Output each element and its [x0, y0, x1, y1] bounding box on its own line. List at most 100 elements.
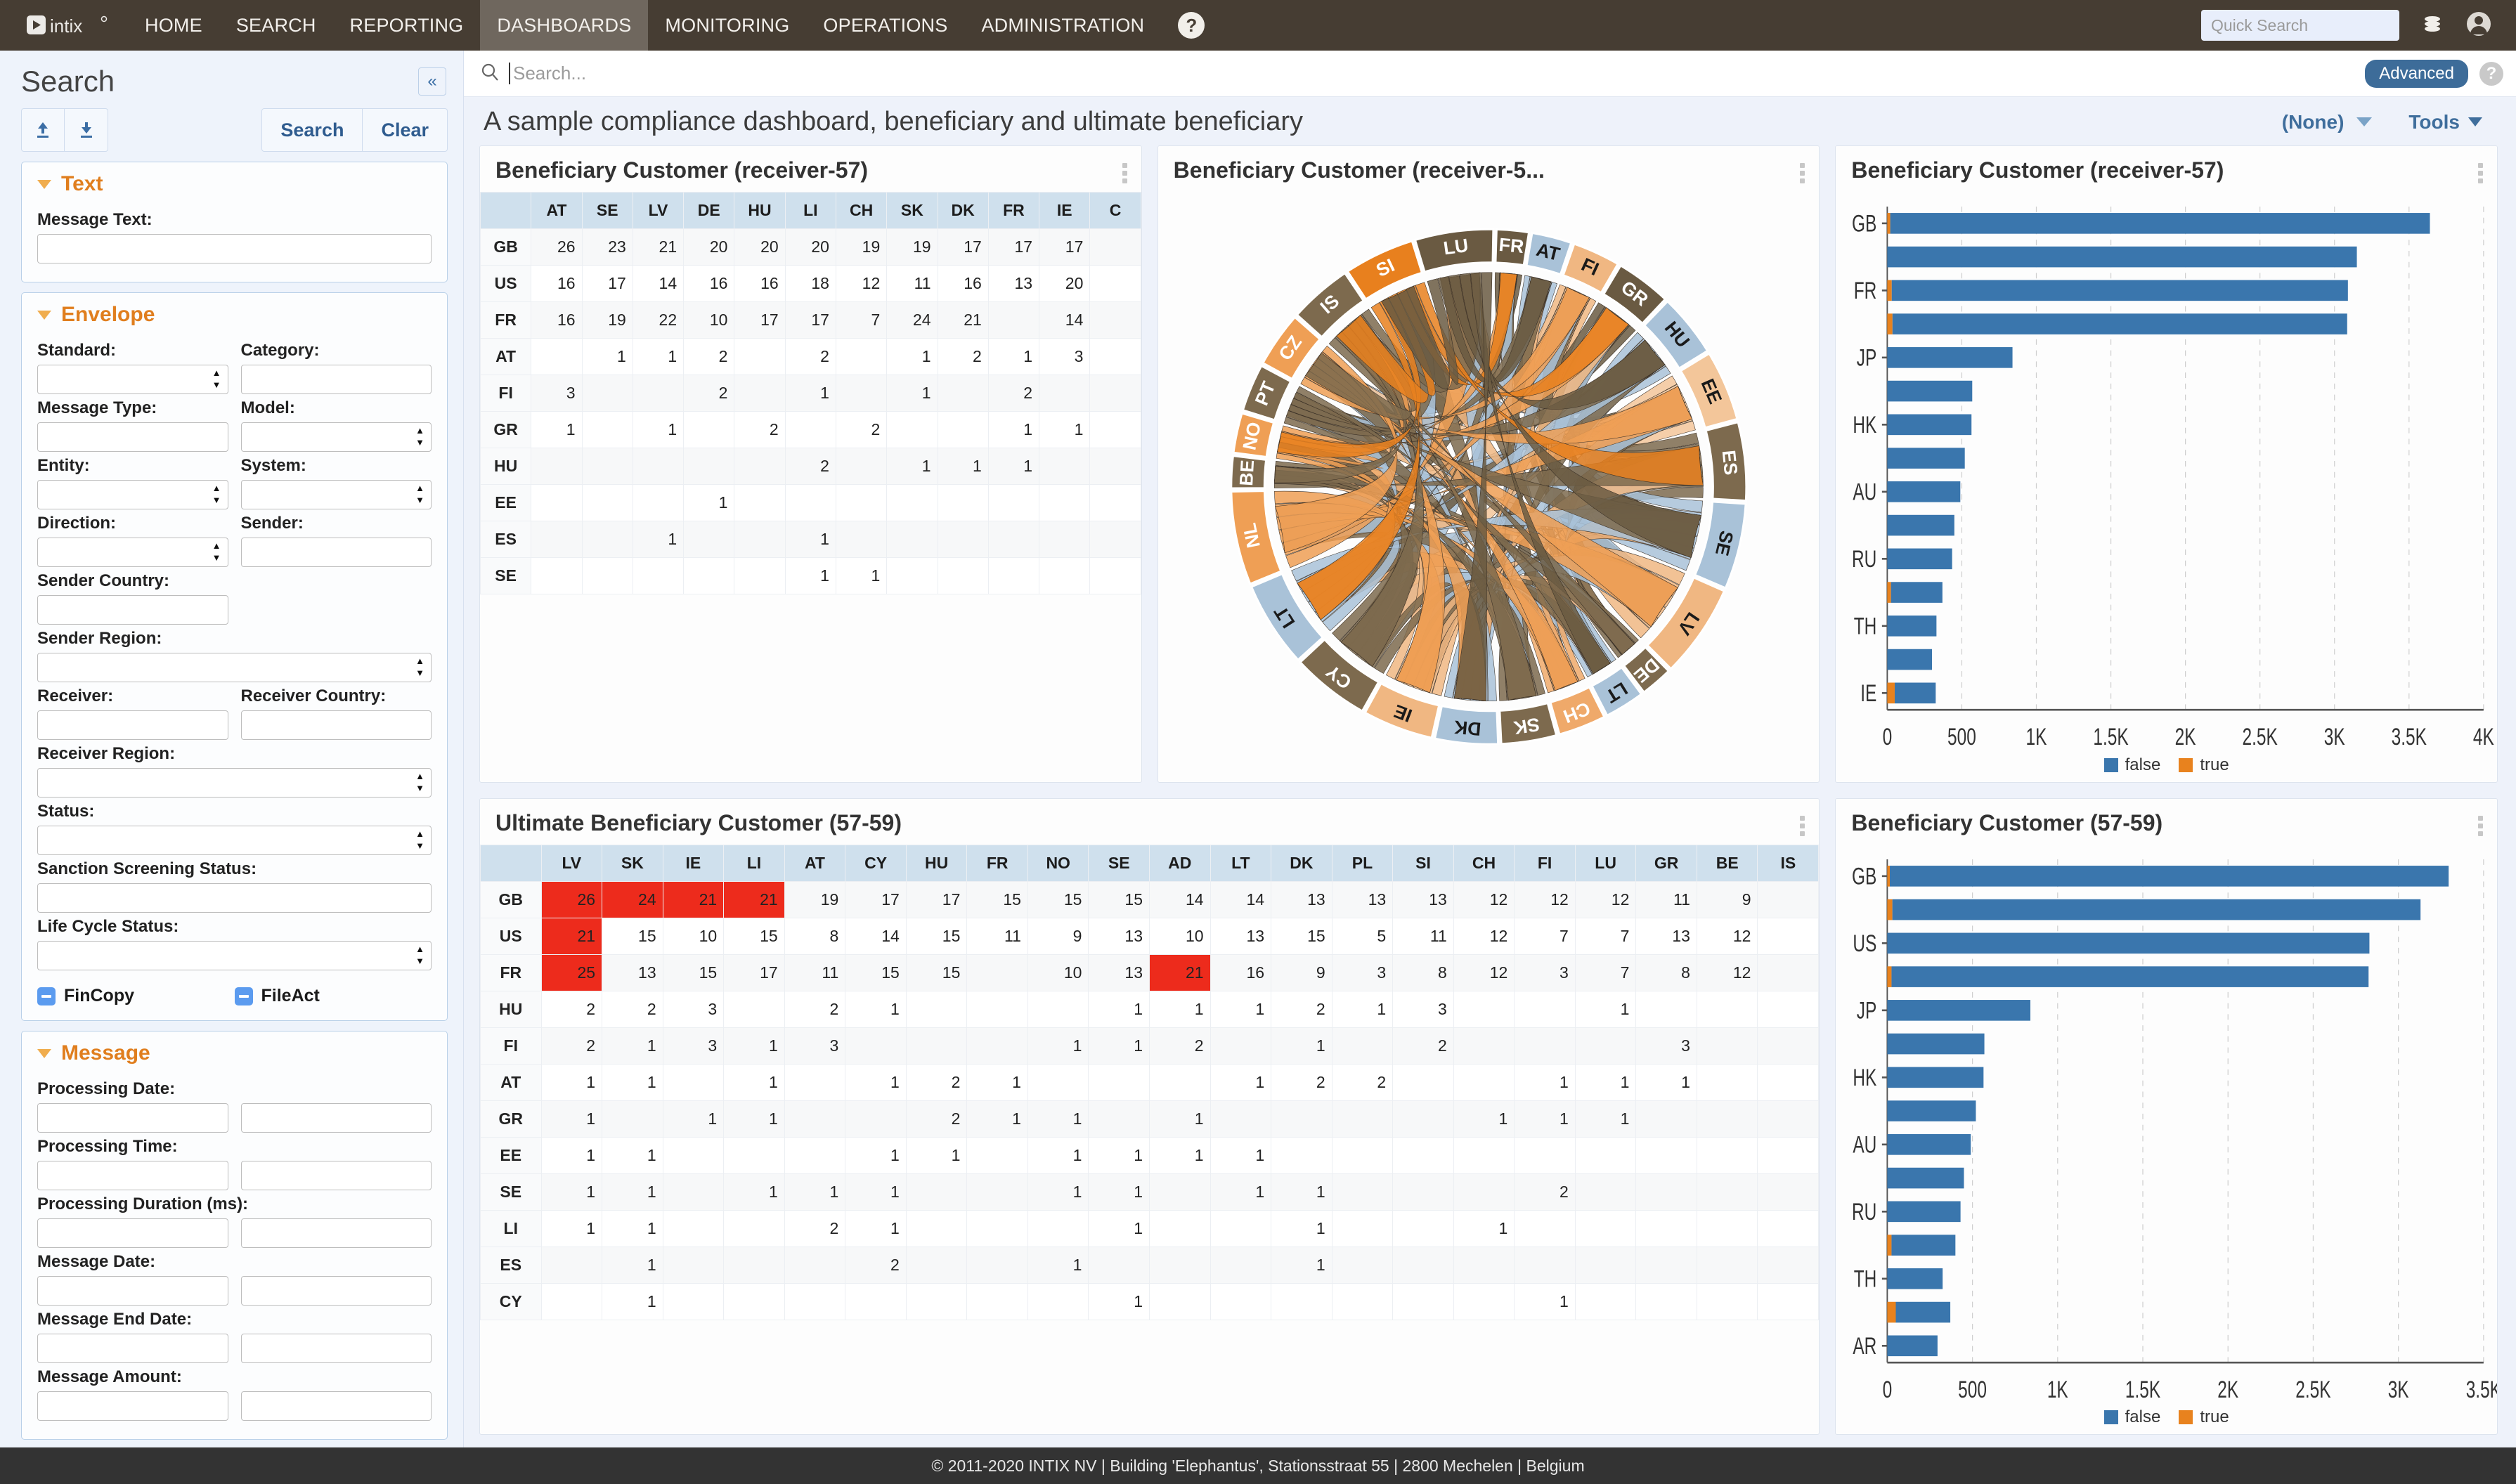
- matrix-cell[interactable]: 16: [531, 265, 583, 302]
- matrix-row-header[interactable]: LI: [480, 1209, 542, 1247]
- matrix-cell[interactable]: 12: [1696, 917, 1758, 955]
- matrix-cell[interactable]: [1331, 1173, 1394, 1211]
- matrix-cell[interactable]: 1: [937, 448, 989, 485]
- matrix-cell[interactable]: 1: [966, 1063, 1028, 1101]
- matrix-cell[interactable]: 2: [683, 375, 735, 412]
- matrix-cell[interactable]: 1: [1027, 1027, 1089, 1065]
- collapse-sidebar-button[interactable]: «: [418, 67, 446, 96]
- matrix-cell[interactable]: 3: [662, 990, 725, 1028]
- matrix-cell[interactable]: 1: [1210, 990, 1272, 1028]
- matrix-cell[interactable]: [581, 557, 633, 594]
- matrix-cell[interactable]: 2: [937, 338, 989, 375]
- nav-item-search[interactable]: SEARCH: [219, 0, 333, 51]
- matrix-cell[interactable]: [966, 1027, 1028, 1065]
- matrix-cell[interactable]: [1089, 557, 1141, 594]
- matrix-cell[interactable]: 17: [581, 265, 633, 302]
- matrix-cell[interactable]: 1: [662, 1100, 725, 1138]
- matrix-row-header[interactable]: CY: [480, 1282, 542, 1320]
- matrix-cell[interactable]: [632, 484, 685, 521]
- matrix-cell[interactable]: 17: [987, 228, 1040, 266]
- matrix-cell[interactable]: 9: [1027, 917, 1089, 955]
- matrix-col-header[interactable]: FI: [1514, 844, 1576, 882]
- matrix-cell[interactable]: 21: [1149, 953, 1211, 991]
- matrix-cell[interactable]: 17: [784, 301, 836, 339]
- matrix-col-header[interactable]: IE: [1039, 192, 1091, 229]
- matrix-cell[interactable]: 10: [683, 301, 735, 339]
- intix-logo[interactable]: intix: [27, 13, 110, 38]
- matrix-cell[interactable]: 1: [845, 1173, 907, 1211]
- matrix-cell[interactable]: 1: [987, 411, 1040, 448]
- input-model[interactable]: [240, 422, 432, 452]
- matrix-cell[interactable]: 1: [1331, 990, 1394, 1028]
- matrix-cell[interactable]: 1: [784, 557, 836, 594]
- matrix-cell[interactable]: 11: [1392, 917, 1454, 955]
- matrix-cell[interactable]: 1: [784, 1173, 846, 1211]
- matrix-cell[interactable]: [602, 1100, 663, 1138]
- matrix-cell[interactable]: [937, 484, 989, 521]
- matrix-cell[interactable]: [581, 411, 633, 448]
- matrix-cell[interactable]: 12: [1453, 917, 1515, 955]
- matrix-cell[interactable]: [1757, 1282, 1820, 1320]
- matrix-cell[interactable]: 11: [1635, 880, 1697, 918]
- matrix-cell[interactable]: [905, 1282, 968, 1320]
- matrix-cell[interactable]: [734, 557, 786, 594]
- matrix-col-header[interactable]: SI: [1392, 844, 1454, 882]
- matrix-cell[interactable]: 1: [1027, 1136, 1089, 1174]
- matrix-cell[interactable]: 21: [662, 880, 725, 918]
- matrix-cell[interactable]: 1: [602, 1282, 663, 1320]
- matrix-cell[interactable]: 1: [1635, 1063, 1697, 1101]
- matrix-cell[interactable]: 2: [845, 1246, 907, 1284]
- input-message-date-to[interactable]: [240, 1276, 432, 1306]
- input-processing-date-from[interactable]: [37, 1103, 228, 1133]
- matrix-cell[interactable]: 2: [540, 990, 603, 1028]
- matrix-row-header[interactable]: US: [480, 265, 532, 302]
- matrix-cell[interactable]: 15: [1271, 917, 1332, 955]
- matrix-cell[interactable]: [1149, 1209, 1211, 1247]
- matrix-cell[interactable]: 1: [784, 521, 836, 558]
- matrix-cell[interactable]: 11: [886, 265, 938, 302]
- matrix-cell[interactable]: [1039, 521, 1091, 558]
- help-icon[interactable]: ?: [1178, 12, 1205, 39]
- matrix-cell[interactable]: 15: [1088, 880, 1150, 918]
- matrix-cell[interactable]: 15: [1027, 880, 1089, 918]
- matrix-cell[interactable]: [581, 375, 633, 412]
- matrix-cell[interactable]: [784, 484, 836, 521]
- matrix-cell[interactable]: [784, 1282, 846, 1320]
- matrix-cell[interactable]: [1210, 1209, 1272, 1247]
- matrix-cell[interactable]: [683, 448, 735, 485]
- input-entity[interactable]: [37, 480, 228, 509]
- matrix-cell[interactable]: 13: [1210, 917, 1272, 955]
- matrix-cell[interactable]: [723, 1246, 785, 1284]
- matrix-cell[interactable]: 15: [905, 953, 968, 991]
- matrix-cell[interactable]: [1149, 1173, 1211, 1211]
- matrix-cell[interactable]: [784, 411, 836, 448]
- matrix-cell[interactable]: [662, 1136, 725, 1174]
- matrix-cell[interactable]: [723, 1136, 785, 1174]
- matrix-cell[interactable]: 2: [1392, 1027, 1454, 1065]
- matrix-row-header[interactable]: GB: [480, 228, 532, 266]
- matrix-cell[interactable]: [1757, 1209, 1820, 1247]
- matrix-cell[interactable]: 1: [845, 990, 907, 1028]
- matrix-cell[interactable]: 1: [886, 448, 938, 485]
- matrix-cell[interactable]: [632, 557, 685, 594]
- matrix-cell[interactable]: [937, 557, 989, 594]
- matrix-cell[interactable]: 1: [1088, 990, 1150, 1028]
- input-sanction-screening-status[interactable]: [37, 883, 432, 913]
- chevron-down-icon[interactable]: [2468, 117, 2482, 126]
- matrix-cell[interactable]: [1635, 1282, 1697, 1320]
- matrix-col-header[interactable]: SE: [1088, 844, 1150, 882]
- matrix-cell[interactable]: 1: [784, 375, 836, 412]
- matrix-cell[interactable]: 2: [734, 411, 786, 448]
- matrix-cell[interactable]: [1696, 1173, 1758, 1211]
- bar-chart-1[interactable]: GB FR JP HK AU RU TH IE0 500 1K 1.5K 2K 2.5K 3K 3.5K 4K: [1836, 192, 2497, 782]
- matrix-cell[interactable]: [835, 484, 888, 521]
- matrix-cell[interactable]: [1514, 1027, 1576, 1065]
- input-processing-date-to[interactable]: [240, 1103, 432, 1133]
- matrix-cell[interactable]: 1: [1271, 1209, 1332, 1247]
- matrix-cell[interactable]: [1149, 1246, 1211, 1284]
- matrix-row-header[interactable]: HU: [480, 990, 542, 1028]
- matrix-cell[interactable]: 14: [845, 917, 907, 955]
- matrix-cell[interactable]: [987, 301, 1040, 339]
- matrix-cell[interactable]: [966, 1136, 1028, 1174]
- legend-item[interactable]: false: [2103, 755, 2160, 775]
